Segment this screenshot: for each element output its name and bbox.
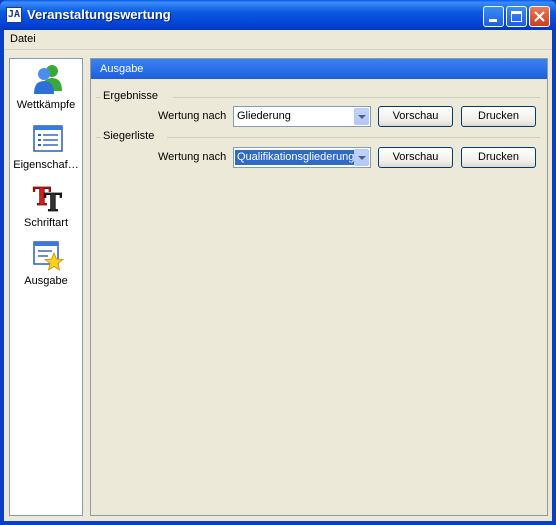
sidebar: Wettkämpfe Eigenschaf… T T Schriftart Au… [9, 58, 83, 516]
panel-title: Ausgabe [100, 63, 144, 75]
sidebar-item-label: Ausgabe [24, 275, 68, 287]
group-separator [167, 137, 540, 138]
print-button-siegerliste[interactable]: Drucken [461, 147, 536, 168]
output-panel: Ausgabe Ergebnisse Wertung nach Gliederu… [90, 58, 548, 516]
maximize-button[interactable] [506, 6, 527, 27]
maximize-icon [511, 11, 522, 22]
sidebar-item-schriftart[interactable]: T T Schriftart [10, 179, 82, 237]
properties-icon [33, 125, 63, 152]
preview-button-siegerliste[interactable]: Vorschau [378, 147, 453, 168]
sidebar-item-ausgabe[interactable]: Ausgabe [10, 237, 82, 295]
minimize-icon [489, 19, 497, 22]
app-icon: JA [6, 7, 22, 23]
group-separator [96, 137, 101, 138]
chevron-down-icon[interactable] [354, 108, 369, 125]
chevron-down-icon[interactable] [354, 149, 369, 166]
wertung-select-ergebnisse[interactable]: Gliederung [233, 106, 371, 127]
menu-datei[interactable]: Datei [10, 33, 36, 45]
minimize-button[interactable] [483, 6, 504, 27]
print-button-ergebnisse[interactable]: Drucken [461, 106, 536, 127]
menu-bar: Datei [4, 30, 552, 50]
wertung-label: Wertung nach [158, 151, 227, 163]
output-icon [33, 241, 64, 271]
sidebar-item-label: Eigenschaf… [13, 159, 79, 171]
wertung-select-siegerliste[interactable]: Qualifikationsgliederung [233, 147, 371, 168]
group-title-ergebnisse: Ergebnisse [103, 90, 159, 102]
svg-text:T: T [44, 188, 62, 213]
window-body: Datei Wettkämpfe Eigenschaf… T T Schrift… [4, 30, 552, 521]
group-separator [96, 97, 101, 98]
close-icon [534, 11, 545, 22]
users-icon [34, 65, 62, 94]
preview-button-ergebnisse[interactable]: Vorschau [378, 106, 453, 127]
window-title: Veranstaltungswertung [27, 7, 171, 22]
font-icon: T T [33, 182, 63, 213]
close-button[interactable] [529, 6, 550, 27]
group-separator [173, 97, 540, 98]
sidebar-item-wettkaempfe[interactable]: Wettkämpfe [10, 61, 82, 119]
panel-header: Ausgabe [91, 59, 547, 79]
wertung-label: Wertung nach [158, 110, 227, 122]
sidebar-item-eigenschaften[interactable]: Eigenschaf… [10, 121, 82, 179]
title-bar[interactable]: JA Veranstaltungswertung [0, 0, 556, 30]
selected-value: Qualifikationsgliederung [233, 149, 358, 166]
selected-value: Gliederung [237, 110, 291, 122]
sidebar-item-label: Wettkämpfe [16, 99, 76, 111]
group-title-siegerliste: Siegerliste [103, 130, 155, 142]
main-window: JA Veranstaltungswertung Datei Wettkämpf… [0, 0, 556, 525]
sidebar-item-label: Schriftart [23, 217, 68, 229]
